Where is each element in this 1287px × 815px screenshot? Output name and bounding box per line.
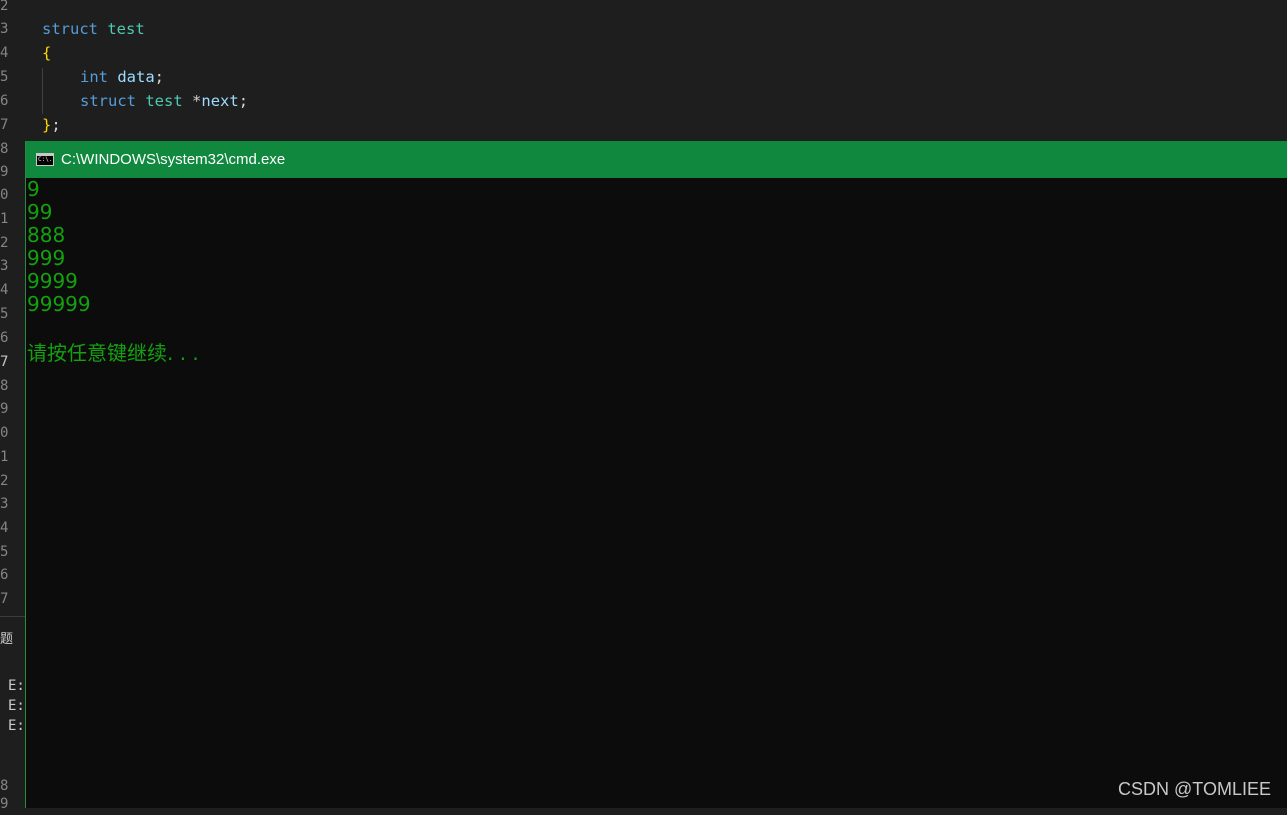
- code-line[interactable]: {: [42, 41, 51, 65]
- brace: {: [42, 44, 52, 62]
- output-line: 99999: [27, 292, 91, 316]
- line-number: 0: [0, 425, 9, 441]
- line-number: 5: [0, 544, 9, 560]
- panel-tab-problems[interactable]: 题: [0, 628, 13, 647]
- variable: next: [201, 92, 239, 110]
- line-number: 7: [0, 591, 9, 607]
- code-line[interactable]: };: [42, 113, 61, 137]
- line-number: 1: [0, 449, 9, 465]
- code-line[interactable]: struct test *next;: [80, 89, 248, 113]
- pointer-star: *: [192, 92, 202, 110]
- code-line[interactable]: struct test: [42, 17, 145, 41]
- output-line: 9999: [27, 269, 78, 293]
- variable: data: [117, 68, 155, 86]
- line-number: 9: [0, 401, 9, 417]
- line-number: 4: [0, 282, 9, 298]
- watermark: CSDN @TOMLIEE: [1118, 779, 1271, 799]
- line-number: 5: [0, 69, 9, 85]
- line-number: 0: [0, 187, 9, 203]
- line-number: 7: [0, 354, 9, 370]
- type-name: test: [107, 20, 145, 38]
- type-name: test: [145, 92, 183, 110]
- line-number: 6: [0, 93, 9, 109]
- line-number: 6: [0, 330, 9, 346]
- keyword: struct: [42, 20, 98, 38]
- line-number: 2: [0, 473, 9, 489]
- press-any-key-prompt: 请按任意键继续. . .: [27, 341, 199, 365]
- indent-guide: [42, 68, 43, 114]
- line-number: 9: [0, 796, 9, 812]
- cmd-titlebar[interactable]: C:\. C:\WINDOWS\system32\cmd.exe: [26, 141, 1287, 178]
- output-line: 888: [27, 223, 66, 247]
- line-number: 5: [0, 306, 9, 322]
- panel-divider: [0, 616, 26, 617]
- keyword: int: [80, 68, 108, 86]
- console-icon: C:\.: [36, 153, 54, 166]
- terminal-line: E:: [8, 678, 25, 694]
- line-number: 1: [0, 211, 9, 227]
- punctuation: ;: [238, 92, 249, 110]
- line-number: 7: [0, 117, 9, 133]
- line-number: 4: [0, 520, 9, 536]
- terminal-line: E:: [8, 718, 25, 734]
- cmd-window[interactable]: C:\. C:\WINDOWS\system32\cmd.exe 9 99 88…: [25, 141, 1287, 808]
- line-number: 4: [0, 45, 9, 61]
- line-number: 8: [0, 378, 9, 394]
- punctuation: ;: [51, 116, 61, 134]
- keyword: struct: [80, 92, 136, 110]
- terminal-line: E:: [8, 698, 25, 714]
- line-number: 2: [0, 235, 9, 251]
- line-number: 3: [0, 496, 9, 512]
- output-line: 9: [27, 177, 40, 201]
- window-title: C:\WINDOWS\system32\cmd.exe: [61, 151, 286, 168]
- punctuation: ;: [154, 68, 165, 86]
- output-line: 999: [27, 246, 66, 270]
- line-number: 3: [0, 258, 9, 274]
- output-line: 99: [27, 200, 53, 224]
- line-number: 6: [0, 567, 9, 583]
- line-number: 8: [0, 141, 9, 157]
- line-number: 2: [0, 0, 9, 14]
- line-number: 9: [0, 164, 9, 180]
- console-output: 9 99 888 999 9999 99999: [27, 178, 91, 316]
- line-number: 3: [0, 21, 9, 37]
- code-line[interactable]: int data;: [80, 65, 164, 89]
- brace: }: [42, 116, 52, 134]
